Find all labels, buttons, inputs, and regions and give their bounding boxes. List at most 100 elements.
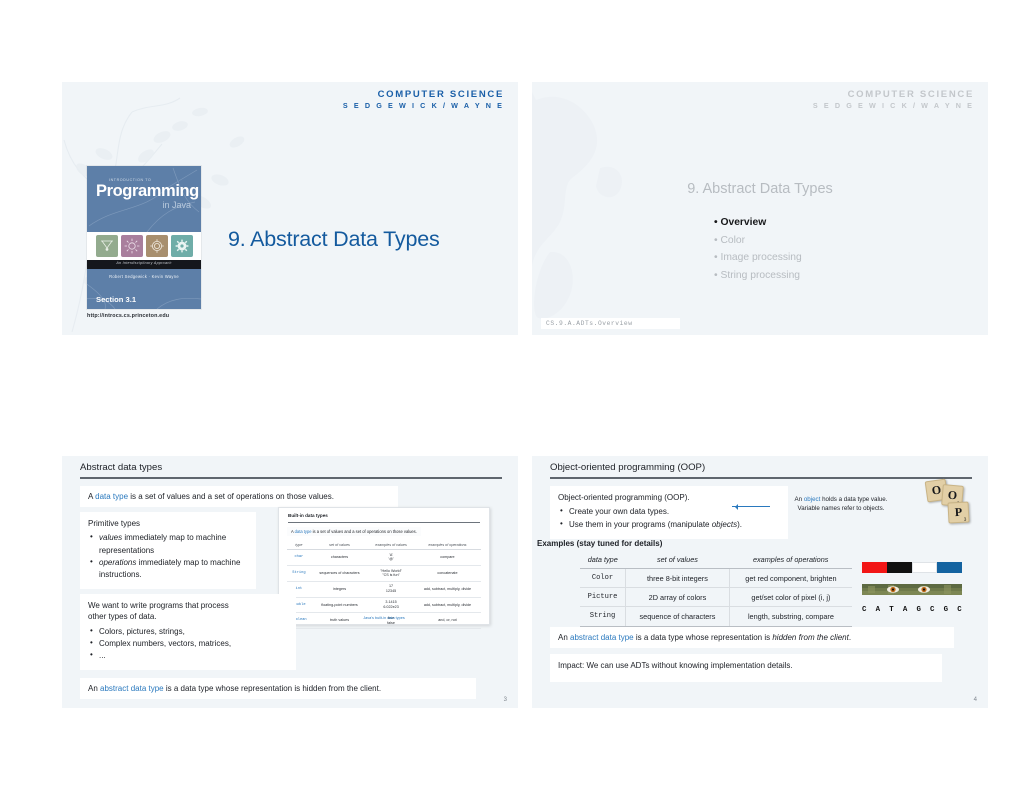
dna-letter-5: C bbox=[930, 606, 935, 614]
table-header-row: data type set of values examples of operat… bbox=[580, 551, 852, 569]
table-cell: String bbox=[580, 606, 626, 627]
agenda-item-1[interactable]: • Color bbox=[714, 232, 802, 250]
abstract-data-type-link: abstract data type bbox=[100, 684, 164, 693]
book-cover-bottom: Robert Sedgewick · Kevin Wayne Section 3… bbox=[87, 269, 201, 309]
emphasis: objects bbox=[711, 519, 738, 529]
primitive-bullet-1: operations immediately map to machine in… bbox=[88, 556, 248, 581]
table-cell: get/set color of pixel (i, j) bbox=[728, 587, 852, 608]
dna-letter-6: G bbox=[943, 606, 949, 614]
brand-line-2: S E D G E W I C K / W A Y N E bbox=[342, 100, 504, 110]
other-types-bullet-0: Colors, pictures, strings, bbox=[88, 625, 288, 638]
tile-points: 3 bbox=[963, 516, 967, 522]
table-cell: sequences of characters bbox=[310, 565, 369, 582]
table-cell: add, subtract, multiply, divide bbox=[413, 597, 481, 614]
thumbnail-rule bbox=[288, 522, 480, 523]
object-annotation: An object holds a data type value. Varia… bbox=[768, 496, 914, 514]
slide-footer-tag: CS.9.A.ADTs.Overview bbox=[541, 318, 680, 329]
agenda-list: • Overview • Color • Image processing • Str… bbox=[714, 214, 802, 285]
table-cell: "Hello World" "CS is fun" bbox=[368, 565, 414, 582]
color-swatch-0 bbox=[862, 562, 887, 573]
examples-column-0: data type bbox=[580, 551, 626, 569]
thumbnail-caption: Java's built-in data types bbox=[363, 616, 405, 620]
oop-scrabble-tiles: O1 O1 P3 bbox=[924, 478, 978, 528]
table-cell: get red component, brighten bbox=[728, 568, 852, 589]
slide-4-oop: Object-oriented programming (OOP) Object… bbox=[532, 456, 988, 708]
slide-2-agenda: COMPUTER SCIENCE S E D G E W I C K / W A… bbox=[532, 82, 988, 335]
book-subtitle-band: An Interdisciplinary Approach bbox=[87, 260, 201, 269]
book-band-text: An Interdisciplinary Approach bbox=[116, 261, 172, 265]
slide-2-heading: 9. Abstract Data Types bbox=[687, 181, 833, 197]
scrabble-tile-p: P3 bbox=[947, 501, 970, 524]
agenda-item-2[interactable]: • Image processing bbox=[714, 249, 802, 267]
slide-3-abstract-data-types: Abstract data types A data type is a set… bbox=[62, 456, 518, 708]
brand-header: COMPUTER SCIENCE S E D G E W I C K / W A… bbox=[812, 89, 974, 110]
brand-line-2: S E D G E W I C K / W A Y N E bbox=[812, 100, 974, 110]
examples-heading: Examples (stay tuned for details) bbox=[537, 539, 663, 548]
oop-bullets: Create your own data types.Use them in y… bbox=[558, 505, 780, 531]
agenda-item-0[interactable]: • Overview bbox=[714, 214, 802, 232]
primitive-types-heading: Primitive types bbox=[88, 519, 141, 528]
slide-contact-sheet: COMPUTER SCIENCE S E D G E W I C K / W A… bbox=[0, 0, 1020, 788]
example-visuals: CATAGCGC bbox=[862, 562, 962, 614]
examples-column-2: examples of operations bbox=[729, 551, 852, 569]
book-cover-image: INTRODUCTION TO Programming in Java An I… bbox=[87, 166, 201, 309]
other-types-box: We want to write programs that process o… bbox=[80, 594, 296, 671]
oop-bullet-1: Use them in your programs (manipulate ob… bbox=[558, 518, 780, 531]
table-row: String sequences of characters "Hello Worl… bbox=[287, 565, 481, 582]
other-types-bullet-1: Complex numbers, vectors, matrices, bbox=[88, 637, 288, 650]
slide-3-heading: Abstract data types bbox=[80, 462, 163, 473]
table-row: String sequence of characters length, subs… bbox=[580, 606, 852, 627]
table-header-row: type set of values examples of values examp… bbox=[287, 540, 481, 550]
book-authors: Robert Sedgewick · Kevin Wayne bbox=[109, 274, 179, 279]
book-section-label: Section 3.1 bbox=[96, 295, 137, 304]
book-title-main: Programming bbox=[96, 182, 199, 200]
oop-box: Object-oriented programming (OOP). Creat… bbox=[550, 486, 788, 539]
picture-sample bbox=[862, 584, 962, 595]
table-cell: 'A' '@' bbox=[368, 549, 414, 566]
data-type-link: data type bbox=[95, 492, 129, 501]
oop-bullet-0: Create your own data types. bbox=[558, 505, 780, 518]
thumbnail-column-0: type bbox=[287, 540, 311, 550]
other-types-bullets: Colors, pictures, strings,Complex number… bbox=[88, 625, 288, 662]
color-swatch-3 bbox=[937, 562, 962, 573]
table-row: char characters 'A' '@' compare bbox=[287, 549, 481, 566]
adt-definition-box: An abstract data type is a data type who… bbox=[550, 627, 954, 649]
table-row: double floating-point numbers 3.1415 6.022e… bbox=[287, 597, 481, 614]
adt-definition-box: An abstract data type is a data type who… bbox=[80, 678, 476, 700]
table-cell: sequence of characters bbox=[625, 606, 730, 627]
table-cell: three 8-bit integers bbox=[625, 568, 730, 589]
brand-line-1: COMPUTER SCIENCE bbox=[377, 89, 504, 100]
table-row: Picture 2D array of colors get/set color o… bbox=[580, 587, 852, 608]
table-row: int integers 17 12345 add, subtract, multipl… bbox=[287, 581, 481, 598]
dna-letter-7: C bbox=[957, 606, 962, 614]
table-cell: Color bbox=[580, 568, 626, 589]
other-types-heading-line-1: We want to write programs that process bbox=[88, 601, 229, 610]
gear-burst-icon bbox=[145, 235, 168, 257]
thumbnail-column-3: examples of operations bbox=[413, 540, 481, 550]
other-types-bullet-2: ... bbox=[88, 649, 288, 662]
oop-heading: Object-oriented programming (OOP). bbox=[558, 493, 690, 502]
sunburst-icon bbox=[120, 235, 143, 257]
primitive-types-box: Primitive types values immediately map t… bbox=[80, 512, 256, 589]
dna-letter-0: C bbox=[862, 606, 867, 614]
dna-letter-1: A bbox=[875, 606, 881, 614]
brand-header: COMPUTER SCIENCE S E D G E W I C K / W A… bbox=[342, 89, 504, 110]
emphasis: values bbox=[99, 533, 123, 543]
primitive-bullet-0: values immediately map to machine repres… bbox=[88, 531, 248, 556]
other-types-heading-line-2: other types of data. bbox=[88, 612, 157, 622]
page-number: 3 bbox=[503, 697, 507, 703]
agenda-item-3[interactable]: • String processing bbox=[714, 267, 802, 285]
builtin-data-types-thumbnail: Built-in data types A data type is a set… bbox=[278, 507, 490, 630]
table-cell: concatenate bbox=[413, 565, 481, 582]
book-title-sub: in Java bbox=[162, 200, 191, 210]
definition-box: A data type is a set of values and a set… bbox=[80, 486, 398, 508]
abstract-data-type-link: abstract data type bbox=[570, 633, 634, 642]
impact-heading: Impact: We can use ADTs without knowing … bbox=[558, 661, 793, 670]
map-watermark bbox=[532, 92, 622, 319]
brand-line-1: COMPUTER SCIENCE bbox=[847, 89, 974, 100]
slide-1-title: COMPUTER SCIENCE S E D G E W I C K / W A… bbox=[62, 82, 518, 335]
color-swatch-row bbox=[862, 562, 962, 573]
table-row: Color three 8-bit integers get red compone… bbox=[580, 568, 852, 589]
table-cell: compare bbox=[413, 549, 481, 566]
table-cell: 3.1415 6.022e23 bbox=[368, 597, 414, 614]
